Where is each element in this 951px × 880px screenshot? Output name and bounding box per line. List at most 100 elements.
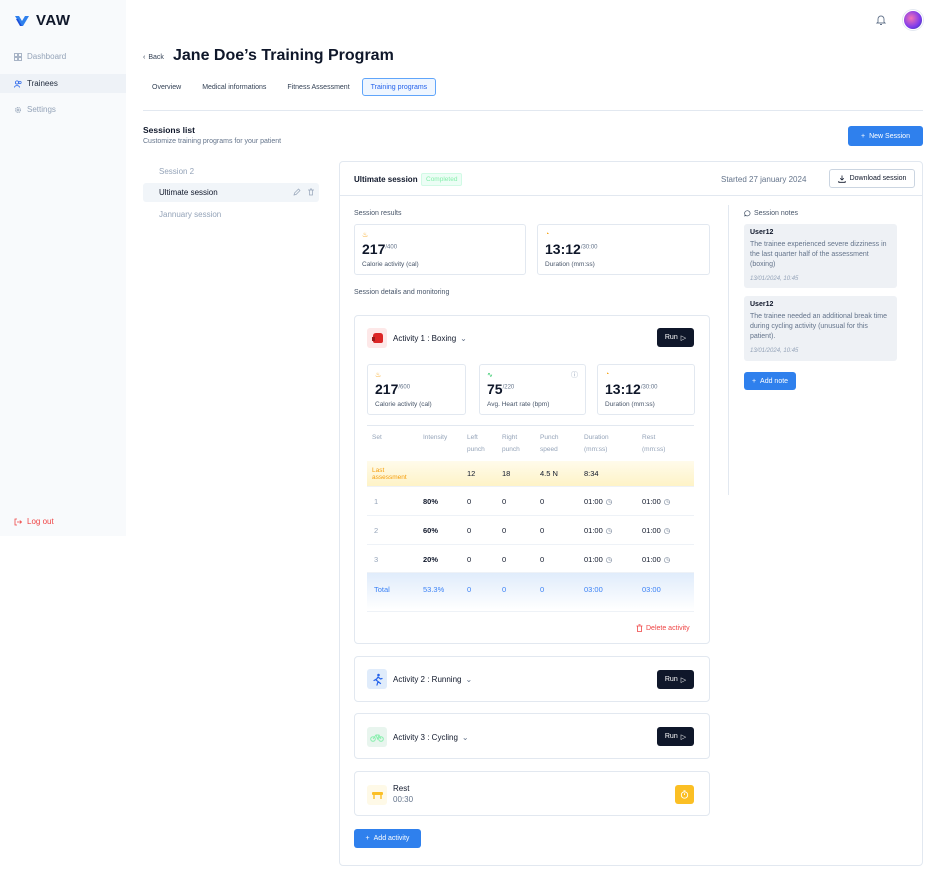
add-activity-button[interactable]: + Add activity	[354, 829, 421, 848]
page-title: Jane Doe’s Training Program	[173, 47, 394, 64]
new-session-button[interactable]: + New Session	[848, 126, 923, 146]
cell-duration[interactable]: 01:00 ◷	[584, 526, 612, 535]
cell-rest: 03:00	[642, 585, 661, 594]
cell-rest[interactable]: 01:00 ◷	[642, 555, 670, 564]
session-results-label: Session results	[354, 210, 402, 217]
cell-intensity[interactable]: 60%	[423, 526, 438, 535]
timer-icon	[680, 790, 689, 799]
run-button[interactable]: Run ▷	[657, 670, 694, 689]
clock-icon: ◷	[663, 497, 671, 506]
activity-title[interactable]: Activity 2 : Running ⌄	[393, 675, 472, 684]
run-label: Run	[664, 733, 678, 740]
stat-max: /220	[502, 384, 515, 391]
cell-intensity: 53.3%	[423, 585, 445, 594]
session-actions	[293, 188, 315, 196]
note-date: 13/01/2024, 10:45	[750, 348, 799, 354]
divider	[367, 611, 694, 612]
stat-value: 13:12/30:00	[605, 381, 658, 397]
clock-icon: ◷	[663, 555, 671, 564]
cell-right: 0	[502, 526, 507, 535]
tab-medical-informations[interactable]: Medical informations	[193, 78, 275, 96]
notes-title: Session notes	[744, 210, 798, 217]
cell-set: 2	[374, 526, 379, 535]
cell-left: 0	[467, 555, 472, 564]
status-badge: Completed	[421, 173, 463, 186]
new-session-label: New Session	[869, 132, 910, 140]
sidebar-item-dashboard[interactable]: Dashboard	[0, 47, 126, 66]
duration-value: 01:00	[584, 555, 603, 564]
avatar[interactable]	[903, 10, 923, 30]
activity-card-running: Activity 2 : Running ⌄ Run ▷	[354, 656, 710, 702]
sidebar-item-settings[interactable]: Settings	[0, 100, 126, 119]
rest-card: Rest 00:30	[354, 771, 710, 816]
cell-speed: 0	[540, 585, 545, 594]
timer-button[interactable]	[675, 785, 694, 804]
bell-icon[interactable]	[875, 14, 887, 26]
duration-value: 01:00	[584, 497, 603, 506]
header-actions	[875, 10, 923, 30]
tab-fitness-assessment[interactable]: Fitness Assessment	[278, 78, 358, 96]
back-label: Back	[148, 54, 164, 61]
add-note-button[interactable]: + Add note	[744, 372, 796, 390]
back-link[interactable]: ‹ Back	[143, 54, 164, 61]
download-session-button[interactable]: Download session	[829, 169, 915, 188]
logout-icon	[14, 518, 22, 525]
run-button[interactable]: Run ▷	[657, 328, 694, 347]
sidebar-item-trainees[interactable]: Trainees	[0, 74, 126, 93]
run-button[interactable]: Run ▷	[657, 727, 694, 746]
dashboard-icon	[14, 52, 22, 61]
notes-divider	[728, 205, 729, 495]
session-item[interactable]: Jannuary session	[143, 205, 319, 224]
cell-right: 0	[502, 497, 507, 506]
app-name: VAW	[36, 12, 71, 29]
cell-rest[interactable]: 01:00 ◷	[642, 497, 670, 506]
logout-button[interactable]: Log out	[14, 517, 54, 526]
stat-value: 217/600	[375, 381, 410, 397]
note-date: 13/01/2024, 10:45	[750, 276, 799, 282]
edit-icon[interactable]	[293, 188, 301, 196]
cell-duration[interactable]: 01:00 ◷	[584, 497, 612, 506]
rest-time: 00:30	[393, 795, 414, 804]
last-assessment-row: Last assessment 12 18 4.5 N 8:34	[367, 461, 694, 486]
info-icon[interactable]: ⓘ	[571, 370, 578, 380]
activity-card-cycling: Activity 3 : Cycling ⌄ Run ▷	[354, 713, 710, 759]
sidebar-item-label: Dashboard	[27, 52, 67, 61]
col-header: Left punch	[467, 434, 485, 453]
cell-total-label: Total	[374, 585, 390, 594]
heartbeat-icon: ∿	[487, 372, 493, 379]
clock-icon: ◷	[605, 497, 613, 506]
cell-duration[interactable]: 01:00 ◷	[584, 555, 612, 564]
chevron-down-icon: ⌄	[461, 733, 469, 742]
logo[interactable]: VAW	[14, 12, 71, 29]
cell-intensity[interactable]: 20%	[423, 555, 438, 564]
cell-right: 0	[502, 585, 507, 594]
plus-icon: +	[751, 377, 757, 385]
cell-right: 0	[502, 555, 507, 564]
session-item-active[interactable]: Ultimate session	[143, 183, 319, 202]
activity-title[interactable]: Activity 3 : Cycling ⌄	[393, 733, 469, 742]
cell-set: 1	[374, 497, 379, 506]
tab-training-programs[interactable]: Training programs	[361, 78, 437, 96]
cell-duration: 8:34	[584, 469, 599, 478]
cell-intensity[interactable]: 80%	[423, 497, 438, 506]
session-item[interactable]: Session 2	[143, 162, 319, 181]
activity-title[interactable]: Activity 1 : Boxing ⌄	[393, 334, 467, 343]
trash-icon[interactable]	[307, 188, 315, 196]
stat-max: /400	[385, 244, 398, 251]
sidebar-item-label: Settings	[27, 105, 56, 114]
boxing-glove-icon	[367, 328, 387, 348]
note-card: User12 The trainee needed an additional …	[744, 296, 897, 361]
logout-label: Log out	[27, 517, 54, 526]
gear-icon	[15, 106, 21, 113]
delete-activity-button[interactable]: Delete activity	[636, 624, 690, 632]
cell-rest[interactable]: 01:00 ◷	[642, 526, 670, 535]
run-label: Run	[664, 676, 678, 683]
trash-icon	[636, 624, 643, 632]
rest-value: 01:00	[642, 555, 661, 564]
session-started: Started 27 january 2024	[721, 175, 807, 184]
cell-speed: 0	[540, 555, 545, 564]
stat-value: 217/400	[362, 241, 397, 257]
play-icon: ▷	[680, 733, 687, 741]
tab-overview[interactable]: Overview	[143, 78, 190, 96]
cell-speed: 4.5 N	[540, 469, 558, 478]
